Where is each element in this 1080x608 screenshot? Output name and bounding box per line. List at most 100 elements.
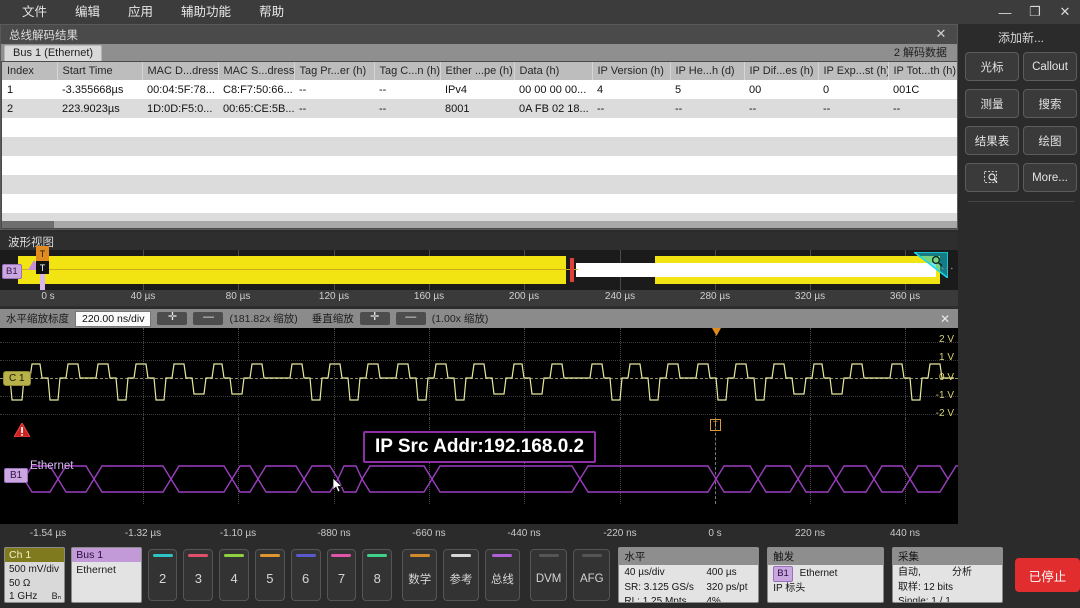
col-ip-diffserv[interactable]: IP Dif...es (h) [744,62,819,80]
vertical-zoom-in-button[interactable]: ✛ [359,312,390,325]
col-data[interactable]: Data (h) [514,62,593,80]
channel-button-8[interactable]: 8 [362,549,393,601]
channel-button-5[interactable]: 5 [255,549,285,601]
col-ip-total-len[interactable]: IP Tot...th (h) [888,62,957,80]
waveform-overview[interactable]: B1 [0,250,958,290]
overview-b1-badge[interactable]: B1 [2,264,22,279]
col-ethertype[interactable]: Ether ...pe (h) [440,62,515,80]
channel1-scale: 500 mV/div [9,564,60,575]
vertical-zoom-out-button[interactable]: — [395,312,426,325]
menu-item-help[interactable]: 帮助 [245,0,298,24]
bus-button[interactable]: 总线 [484,549,521,601]
horizontal-position: 4% [706,596,721,603]
zoom-panel-close-icon[interactable]: ✕ [940,312,950,326]
cell-mac-dest: 1D:0D:F5:0... [142,99,218,118]
menu-item-utility[interactable]: 辅助功能 [167,0,245,24]
add-zoom-search-button[interactable] [965,163,1019,192]
trigger-position-marker-icon[interactable]: T [710,419,721,431]
run-stop-button[interactable]: 已停止 [1015,558,1080,592]
decode-panel-title: 总线解码结果 [9,29,78,42]
add-measurement-button[interactable]: 测量 [965,89,1019,118]
bus1-badge[interactable]: B1 [4,468,29,483]
decode-panel-close-icon[interactable]: ✕ [933,26,949,42]
ip-src-addr-callout[interactable]: IP Src Addr:192.168.0.2 [363,431,597,463]
add-plot-button[interactable]: 绘图 [1023,126,1077,155]
dvm-button[interactable]: DVM [530,549,568,601]
volt-label-2v: 2 V [938,334,954,345]
channel-button-label: 5 [266,571,274,586]
channel-button-2[interactable]: 2 [147,549,178,601]
table-row[interactable]: 2 223.9023µs 1D:0D:F5:0... 00:65:CE:5B..… [2,99,957,118]
cell-mac-src: 00:65:CE:5B... [218,99,294,118]
channel-button-3[interactable]: 3 [183,549,214,601]
tab-bus1-ethernet[interactable]: Bus 1 (Ethernet) [4,45,103,61]
decode-table-container[interactable]: Index Start Time MAC D...dress MAC S...d… [2,62,957,223]
col-ip-header-len[interactable]: IP He...h (d) [670,62,745,80]
col-ip-explicit[interactable]: IP Exp...st (h) [818,62,889,80]
col-start-time[interactable]: Start Time [57,62,143,80]
decode-table-header-row: Index Start Time MAC D...dress MAC S...d… [2,62,957,80]
cell-tag-ctrl: -- [374,99,440,118]
trigger-settings-badge[interactable]: 触发 B1 Ethernet IP 标头 [767,547,884,603]
channel1-badge[interactable]: C 1 [3,371,31,386]
menu-item-file[interactable]: 文件 [8,0,61,24]
menu-item-edit[interactable]: 编辑 [61,0,114,24]
minimize-icon[interactable]: — [990,0,1020,24]
math-button-label: 数学 [408,573,432,586]
bus-tick: 0 s [708,528,722,539]
horizontal-zoom-scale-value[interactable]: 220.00 ns/div [75,310,152,327]
add-cursor-button[interactable]: 光标 [965,52,1019,81]
channel-button-7[interactable]: 7 [326,549,357,601]
channel1-settings-badge[interactable]: Ch 1 500 mV/div 50 Ω 1 GHz Bₙ [4,547,66,603]
analog-waveform-graticule[interactable]: C 1 2 V 1 V 0 V -1 V -2 V ✕ [0,328,958,418]
cell-ethertype: 8001 [440,99,514,118]
decode-horizontal-scrollbar[interactable] [2,221,957,228]
restore-icon[interactable]: ❐ [1020,0,1050,24]
overview-trace-segment-1 [18,256,566,284]
menu-item-apps[interactable]: 应用 [114,0,167,24]
col-ip-version[interactable]: IP Version (h) [592,62,671,80]
add-more-button[interactable]: More... [1023,163,1077,192]
horizontal-zoom-in-button[interactable]: ✛ [157,312,188,325]
decode-tab-row: Bus 1 (Ethernet) 2 解码数据 [1,44,957,61]
channel-button-4[interactable]: 4 [219,549,250,601]
math-button[interactable]: 数学 [402,549,438,601]
acquisition-settings-badge[interactable]: 采集 自动, 分析 取样: 12 bits Single: 1 / 1 [891,547,1004,603]
overview-drag-handle[interactable]: ⋮ [940,262,955,276]
add-results-table-button[interactable]: 结果表 [965,126,1019,155]
bus-tick: -440 ns [507,528,541,539]
col-tag-ctrl[interactable]: Tag C...n (h) [374,62,441,80]
bus1-settings-badge[interactable]: Bus 1 Ethernet [71,547,142,603]
overview-trigger-marker-icon[interactable]: T [36,246,49,261]
cell-mac-src: C8:F7:50:66... [218,80,294,99]
cell-start-time: -3.355668µs [57,80,142,99]
cell-index: 2 [2,99,57,118]
channel1-impedance: 50 Ω [9,577,31,589]
menu-bar: 文件 编辑 应用 辅助功能 帮助 — ❐ ✕ [0,0,1080,24]
cell-ip-header-len: -- [670,99,744,118]
horizontal-zoom-out-button[interactable]: — [193,312,224,325]
channel-button-6[interactable]: 6 [290,549,321,601]
add-callout-button[interactable]: Callout [1023,52,1077,81]
afg-button[interactable]: AFG [573,549,611,601]
zoom-control-bar: 水平缩放标度 220.00 ns/div ✛ — (181.82x 缩放) 垂直… [0,309,958,328]
scrollbar-thumb[interactable] [2,221,54,228]
bus-tick: -1.54 µs [29,528,67,539]
col-tag-proto[interactable]: Tag Pr...er (h) [294,62,375,80]
trigger-level-marker-icon[interactable] [712,328,721,336]
add-search-button[interactable]: 搜索 [1023,89,1077,118]
waveform-view-title: 波形视图 [8,237,54,249]
horizontal-settings-badge[interactable]: 水平 40 µs/div 400 µs SR: 3.125 GS/s 320 p… [618,547,760,603]
overview-trigger-t-icon: T [36,261,49,274]
overview-timeline-axis: 0 s 40 µs 80 µs 120 µs 160 µs 200 µs 240… [0,290,958,306]
col-mac-dest[interactable]: MAC D...dress [142,62,219,80]
horizontal-span: 400 µs [706,567,737,578]
acquisition-sampling: 取样: 12 bits [897,581,953,593]
reference-button[interactable]: 参考 [443,549,479,601]
table-row[interactable]: 1 -3.355668µs 00:04:5F:78... C8:F7:50:66… [2,80,957,99]
col-mac-src[interactable]: MAC S...dress [218,62,295,80]
close-icon[interactable]: ✕ [1050,0,1080,24]
bus-tick: 220 ns [794,528,826,539]
col-index[interactable]: Index [2,62,58,80]
overview-tick: 360 µs [889,291,921,302]
